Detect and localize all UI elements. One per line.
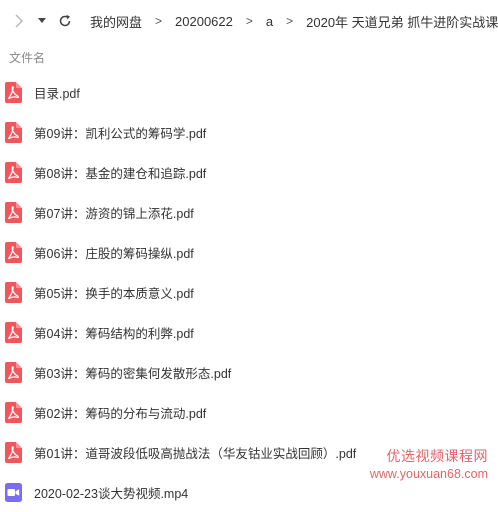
pdf-file-icon bbox=[5, 121, 22, 143]
file-row[interactable]: 目录.pdf bbox=[0, 72, 498, 112]
pdf-file-icon bbox=[5, 401, 22, 423]
file-row[interactable]: 第04讲：筹码结构的利弊.pdf bbox=[0, 312, 498, 352]
breadcrumb-separator: > bbox=[155, 14, 163, 28]
file-name: 第04讲：筹码结构的利弊.pdf bbox=[34, 326, 194, 341]
pdf-file-icon bbox=[5, 161, 22, 183]
breadcrumb-item-current-folder[interactable]: 2020年 天道兄弟 抓牛进阶实战课 bbox=[306, 12, 498, 31]
file-row[interactable]: 第01讲：道哥波段低吸高抛战法（华友钴业实战回顾）.pdf bbox=[0, 432, 498, 472]
file-name: 第05讲：换手的本质意义.pdf bbox=[34, 286, 194, 301]
file-row[interactable]: 第07讲：游资的锦上添花.pdf bbox=[0, 192, 498, 232]
file-row[interactable]: 第02讲：筹码的分布与流动.pdf bbox=[0, 392, 498, 432]
video-file-icon bbox=[5, 482, 22, 503]
pdf-file-icon bbox=[5, 281, 22, 303]
column-header-filename[interactable]: 文件名 bbox=[9, 49, 45, 66]
file-name: 第07讲：游资的锦上添花.pdf bbox=[34, 206, 194, 221]
file-name: 第09讲：凯利公式的筹码学.pdf bbox=[34, 126, 207, 141]
breadcrumb-separator: > bbox=[286, 14, 294, 28]
history-dropdown-button[interactable] bbox=[34, 0, 50, 42]
file-name: 2020-02-23谈大势视频.mp4 bbox=[34, 486, 189, 501]
file-name: 目录.pdf bbox=[34, 86, 80, 101]
file-name: 第08讲：基金的建仓和追踪.pdf bbox=[34, 166, 207, 181]
pdf-file-icon bbox=[5, 441, 22, 463]
file-name: 第06讲：庄股的筹码操纵.pdf bbox=[34, 246, 194, 261]
pdf-file-icon bbox=[5, 321, 22, 343]
file-row[interactable]: 第08讲：基金的建仓和追踪.pdf bbox=[0, 152, 498, 192]
refresh-icon bbox=[59, 14, 71, 27]
caret-down-icon bbox=[38, 18, 46, 23]
breadcrumb-separator: > bbox=[245, 14, 253, 28]
file-row[interactable]: 2020-02-23谈大势视频.mp4 bbox=[0, 472, 498, 512]
file-row[interactable]: 第06讲：庄股的筹码操纵.pdf bbox=[0, 232, 498, 272]
pdf-file-icon bbox=[5, 81, 22, 103]
pdf-file-icon bbox=[5, 241, 22, 263]
pdf-file-icon bbox=[5, 361, 22, 383]
file-row[interactable]: 第05讲：换手的本质意义.pdf bbox=[0, 272, 498, 312]
pdf-file-icon bbox=[5, 201, 22, 223]
file-row[interactable]: 第03讲：筹码的密集何发散形态.pdf bbox=[0, 352, 498, 392]
toolbar: 我的网盘 > 20200622 > a > 2020年 天道兄弟 抓牛进阶实战课… bbox=[0, 0, 498, 42]
file-name: 第02讲：筹码的分布与流动.pdf bbox=[34, 406, 207, 421]
breadcrumb: 我的网盘 > 20200622 > a > 2020年 天道兄弟 抓牛进阶实战课… bbox=[90, 12, 498, 31]
file-name: 第03讲：筹码的密集何发散形态.pdf bbox=[34, 366, 232, 381]
forward-button[interactable] bbox=[8, 0, 30, 42]
breadcrumb-item-20200622[interactable]: 20200622 bbox=[175, 14, 233, 29]
breadcrumb-item-my-drive[interactable]: 我的网盘 bbox=[90, 12, 142, 31]
file-list-header: 文件名 bbox=[0, 42, 498, 72]
file-list: 目录.pdf 第09讲：凯利公式的筹码学.pdf 第08讲：基金的建仓和追踪.pdf… bbox=[0, 72, 498, 512]
file-row[interactable]: 第09讲：凯利公式的筹码学.pdf bbox=[0, 112, 498, 152]
file-name: 第01讲：道哥波段低吸高抛战法（华友钴业实战回顾）.pdf bbox=[34, 446, 357, 461]
refresh-button[interactable] bbox=[54, 0, 76, 42]
chevron-right-icon bbox=[15, 14, 23, 28]
breadcrumb-item-a[interactable]: a bbox=[266, 14, 273, 29]
